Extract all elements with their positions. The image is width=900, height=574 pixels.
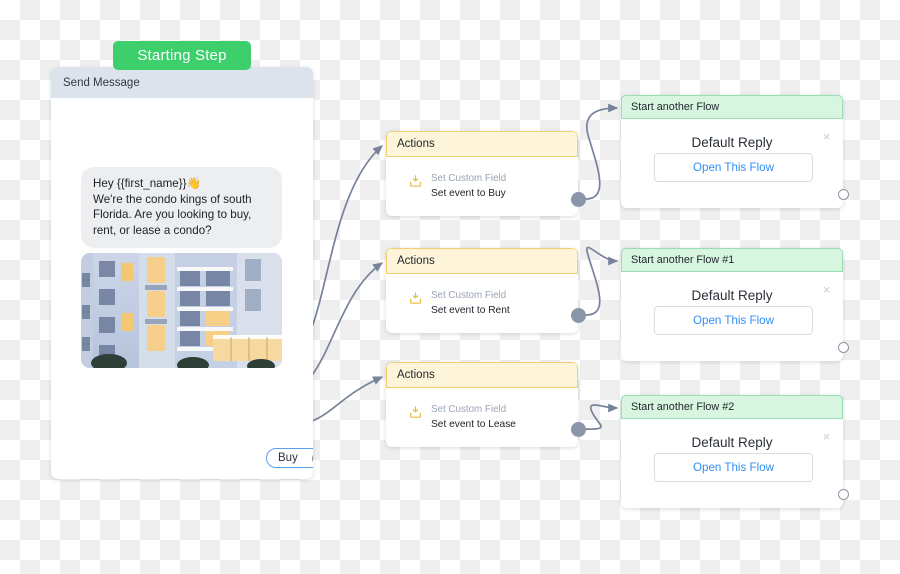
action-value: Set event to Rent	[431, 305, 510, 316]
start-another-flow-node-1[interactable]: Start another Flow #1 Default Reply × Op…	[621, 248, 849, 361]
set-custom-field-icon	[410, 175, 421, 187]
flow-header: Start another Flow #2	[621, 395, 843, 419]
actions-node-rent[interactable]: Actions Set Custom Field Set event to Re…	[386, 248, 578, 333]
actions-header: Actions	[386, 248, 578, 274]
start-another-flow-node[interactable]: Start another Flow Default Reply × Open …	[621, 95, 849, 208]
action-type-label: Set Custom Field	[431, 290, 507, 301]
action-value: Set event to Lease	[431, 419, 516, 430]
actions-title: Actions	[397, 255, 435, 267]
flow-output-port[interactable]	[838, 489, 849, 500]
flow-header-label: Start another Flow	[631, 101, 720, 113]
open-this-flow-button[interactable]: Open This Flow	[654, 453, 813, 482]
flow-title: Default Reply	[691, 135, 773, 150]
action-type-label: Set Custom Field	[431, 173, 507, 184]
message-bubble: Hey {{first_name}}👋 We're the condo king…	[81, 167, 282, 248]
actions-body: Set Custom Field Set event to Buy	[386, 157, 578, 216]
open-this-flow-button[interactable]: Open This Flow	[654, 153, 813, 182]
flow-output-port[interactable]	[838, 342, 849, 353]
close-icon[interactable]: ×	[821, 130, 832, 143]
send-message-header: Send Message	[51, 67, 313, 98]
open-this-flow-label: Open This Flow	[693, 461, 774, 474]
quick-reply-buy[interactable]: Buy	[266, 448, 313, 468]
actions-title: Actions	[397, 138, 435, 150]
actions-header: Actions	[386, 131, 578, 157]
set-custom-field-icon	[410, 406, 421, 418]
send-message-title: Send Message	[63, 76, 140, 89]
actions-text: Set Custom Field Set event to Rent	[431, 290, 510, 317]
actions-node-lease[interactable]: Actions Set Custom Field Set event to Le…	[386, 362, 578, 447]
quick-reply-buy-label: Buy	[278, 452, 298, 464]
actions-output-port-buy[interactable]	[571, 192, 586, 207]
start-another-flow-node-2[interactable]: Start another Flow #2 Default Reply × Op…	[621, 395, 849, 508]
starting-step-label: Starting Step	[137, 47, 227, 64]
send-message-node[interactable]: Send Message Hey {{first_name}}👋 We're t…	[51, 67, 313, 479]
flow-title: Default Reply	[691, 288, 773, 303]
actions-body: Set Custom Field Set event to Rent	[386, 274, 578, 333]
open-this-flow-label: Open This Flow	[693, 161, 774, 174]
close-icon[interactable]: ×	[821, 283, 832, 296]
action-type-label: Set Custom Field	[431, 404, 507, 415]
actions-text: Set Custom Field Set event to Buy	[431, 173, 506, 200]
actions-output-port-rent[interactable]	[571, 308, 586, 323]
actions-node-buy[interactable]: Actions Set Custom Field Set event to Bu…	[386, 131, 578, 216]
flow-output-port[interactable]	[838, 189, 849, 200]
flow-header-label: Start another Flow #1	[631, 254, 735, 266]
actions-title: Actions	[397, 369, 435, 381]
condo-building-image	[81, 253, 282, 368]
close-icon[interactable]: ×	[821, 430, 832, 443]
flow-header: Start another Flow #1	[621, 248, 843, 272]
actions-output-port-lease[interactable]	[571, 422, 586, 437]
flow-builder-canvas[interactable]: Starting Step Send Message Hey {{first_n…	[0, 0, 900, 574]
action-value: Set event to Buy	[431, 188, 506, 199]
open-this-flow-button[interactable]: Open This Flow	[654, 306, 813, 335]
open-this-flow-label: Open This Flow	[693, 314, 774, 327]
actions-text: Set Custom Field Set event to Lease	[431, 404, 516, 431]
flow-header-label: Start another Flow #2	[631, 401, 735, 413]
flow-header: Start another Flow	[621, 95, 843, 119]
set-custom-field-icon	[410, 292, 421, 304]
actions-header: Actions	[386, 362, 578, 388]
actions-body: Set Custom Field Set event to Lease	[386, 388, 578, 447]
flow-title: Default Reply	[691, 435, 773, 450]
quick-reply-buy-port[interactable]	[312, 451, 313, 465]
starting-step-badge: Starting Step	[113, 41, 251, 70]
